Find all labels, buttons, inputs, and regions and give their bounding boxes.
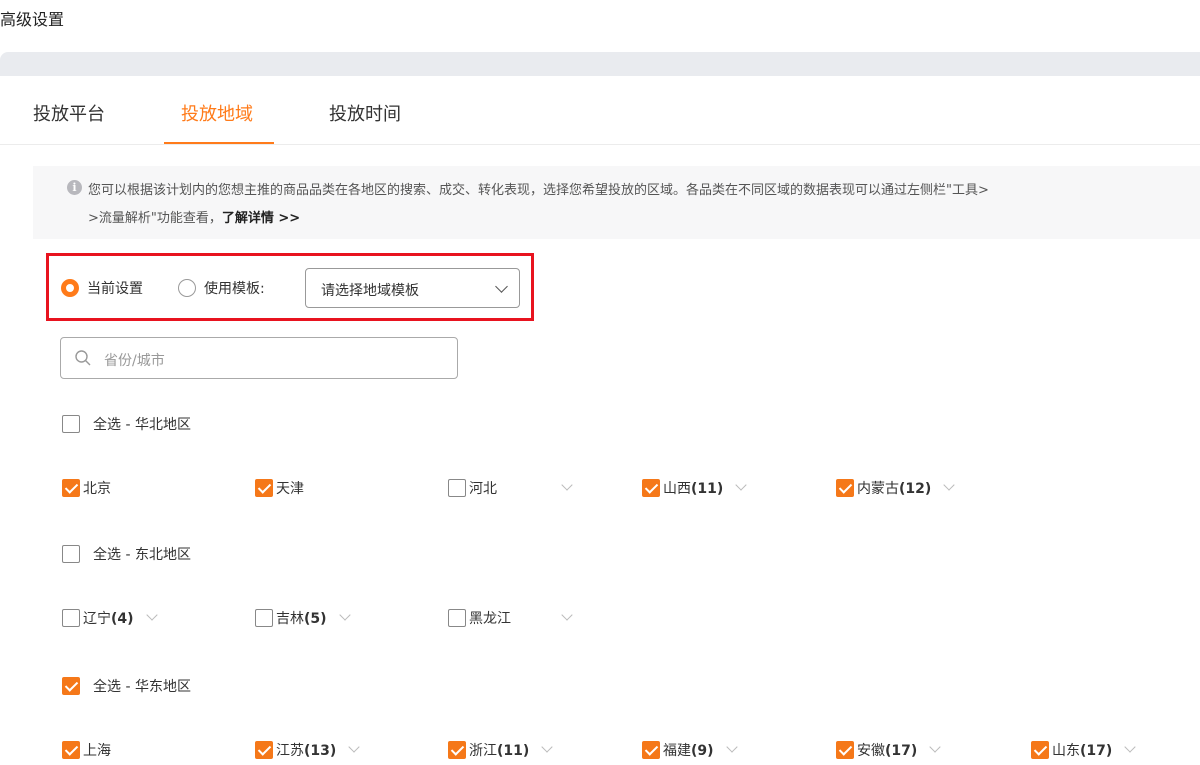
city-count: (11): [497, 743, 530, 759]
province-checkbox[interactable]: [448, 479, 466, 497]
province-checkbox[interactable]: [255, 609, 273, 627]
province-name: 江苏: [276, 743, 304, 759]
province-name: 吉林: [276, 611, 304, 627]
province-label: 上海: [83, 740, 111, 760]
province-label: 安徽(17): [857, 740, 917, 760]
chevron-down-icon[interactable]: [348, 741, 360, 753]
chevron-down-icon[interactable]: [561, 609, 573, 621]
province-checkbox[interactable]: [62, 479, 80, 497]
chevron-down-icon[interactable]: [929, 741, 941, 753]
province-label: 天津: [276, 478, 304, 498]
select-all-label: 全选 - 华东地区: [93, 679, 191, 695]
province-checkbox[interactable]: [255, 479, 273, 497]
notice-text: 您可以根据该计划内的您想主推的商品品类在各地区的搜索、成交、转化表现，选择您希望…: [88, 183, 989, 198]
section-divider: [0, 52, 1200, 76]
province-label: 内蒙古(12): [857, 478, 931, 498]
province-checkbox[interactable]: [448, 741, 466, 759]
region-template-select[interactable]: 请选择地域模板: [305, 268, 520, 308]
select-all-label: 全选 - 华北地区: [93, 417, 191, 433]
province-label: 河北: [469, 478, 497, 498]
province-label: 江苏(13): [276, 740, 336, 760]
tab-region[interactable]: 投放地域: [181, 100, 253, 126]
province-name: 山东: [1052, 743, 1080, 759]
active-tab-indicator: [164, 142, 274, 144]
select-all-checkbox[interactable]: [62, 677, 80, 695]
province-name: 内蒙古: [857, 481, 899, 497]
tab-bar: 投放平台 投放地域 投放时间: [0, 76, 1200, 145]
tab-time[interactable]: 投放时间: [329, 100, 401, 126]
city-count: (17): [1080, 743, 1113, 759]
current-setting-label: 当前设置: [87, 281, 143, 297]
province-name: 山西: [663, 481, 691, 497]
province-name: 天津: [276, 481, 304, 497]
province-checkbox[interactable]: [836, 741, 854, 759]
chevron-down-icon: [495, 280, 508, 293]
search-icon: [75, 350, 91, 366]
province-label: 浙江(11): [469, 740, 529, 760]
info-notice: i 您可以根据该计划内的您想主推的商品品类在各地区的搜索、成交、转化表现，选择您…: [33, 166, 1200, 239]
province-name: 安徽: [857, 743, 885, 759]
province-label: 山西(11): [663, 478, 723, 498]
chevron-down-icon[interactable]: [339, 609, 351, 621]
province-checkbox[interactable]: [836, 479, 854, 497]
province-checkbox[interactable]: [642, 479, 660, 497]
city-count: (5): [304, 611, 327, 627]
select-all-label: 全选 - 东北地区: [93, 547, 191, 563]
province-label: 辽宁(4): [83, 608, 134, 628]
province-label: 吉林(5): [276, 608, 327, 628]
notice-text-line2: >流量解析"功能查看，了解详情 >>: [88, 207, 300, 226]
province-label: 山东(17): [1052, 740, 1112, 760]
city-count: (12): [899, 481, 932, 497]
province-checkbox[interactable]: [448, 609, 466, 627]
province-label: 福建(9): [663, 740, 714, 760]
chevron-down-icon[interactable]: [541, 741, 553, 753]
chevron-down-icon[interactable]: [726, 741, 738, 753]
city-count: (17): [885, 743, 918, 759]
province-name: 浙江: [469, 743, 497, 759]
province-checkbox[interactable]: [1031, 741, 1049, 759]
select-placeholder: 请选择地域模板: [321, 283, 419, 299]
province-name: 黑龙江: [469, 611, 511, 627]
province-label: 黑龙江: [469, 608, 511, 628]
province-checkbox[interactable]: [642, 741, 660, 759]
page-title: 高级设置: [0, 10, 65, 29]
chevron-down-icon[interactable]: [1124, 741, 1136, 753]
use-template-radio[interactable]: [178, 279, 196, 297]
select-all-checkbox[interactable]: [62, 415, 80, 433]
city-count: (4): [111, 611, 134, 627]
province-checkbox[interactable]: [62, 609, 80, 627]
city-count: (9): [691, 743, 714, 759]
notice-text-prefix: >流量解析"功能查看，: [88, 211, 222, 226]
chevron-down-icon[interactable]: [735, 479, 747, 491]
province-name: 北京: [83, 481, 111, 497]
learn-more-link[interactable]: 了解详情 >>: [222, 211, 300, 226]
province-checkbox[interactable]: [62, 741, 80, 759]
province-label: 北京: [83, 478, 111, 498]
province-name: 上海: [83, 743, 111, 759]
chevron-down-icon[interactable]: [146, 609, 158, 621]
info-icon: i: [67, 180, 82, 195]
province-name: 辽宁: [83, 611, 111, 627]
tab-platform[interactable]: 投放平台: [33, 100, 105, 126]
current-setting-radio[interactable]: [61, 279, 79, 297]
search-placeholder: 省份/城市: [104, 353, 165, 369]
city-count: (13): [304, 743, 337, 759]
select-all-checkbox[interactable]: [62, 545, 80, 563]
chevron-down-icon[interactable]: [561, 479, 573, 491]
province-name: 河北: [469, 481, 497, 497]
chevron-down-icon[interactable]: [943, 479, 955, 491]
province-checkbox[interactable]: [255, 741, 273, 759]
province-city-search[interactable]: 省份/城市: [60, 337, 458, 379]
province-name: 福建: [663, 743, 691, 759]
city-count: (11): [691, 481, 724, 497]
use-template-label: 使用模板:: [204, 281, 265, 297]
